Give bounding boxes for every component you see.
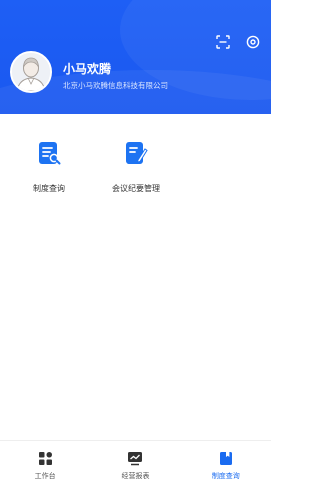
tab-label: 工作台 <box>34 472 56 480</box>
avatar[interactable] <box>10 51 52 93</box>
tab-policy-query[interactable]: 制度查询 <box>181 441 271 482</box>
profile-header: 小马欢腾 北京小马欢腾信息科技有限公司 <box>0 0 271 114</box>
book-icon <box>218 450 234 466</box>
tab-business-report[interactable]: 经营报表 <box>90 441 180 482</box>
edit-note-icon <box>123 140 149 166</box>
header-actions <box>215 34 261 50</box>
tab-workbench[interactable]: 工作台 <box>0 441 90 482</box>
app-meeting-minutes[interactable]: 会议纪要管理 <box>96 140 176 194</box>
app-label: 制度查询 <box>33 184 65 193</box>
app-label: 会议纪要管理 <box>112 184 160 193</box>
app-grid: 制度查询 会议纪要管理 <box>0 140 271 210</box>
chart-icon <box>127 450 143 466</box>
tab-label: 制度查询 <box>211 472 240 480</box>
user-company: 北京小马欢腾信息科技有限公司 <box>63 81 168 90</box>
app-policy-query[interactable]: 制度查询 <box>9 140 89 194</box>
tab-label: 经营报表 <box>121 472 150 480</box>
grid-icon <box>37 450 53 466</box>
bottom-tab-bar: 工作台 经营报表 制度查询 <box>0 440 271 482</box>
user-name: 小马欢腾 <box>63 62 112 76</box>
settings-icon[interactable] <box>245 34 261 50</box>
document-search-icon <box>36 140 62 166</box>
scan-icon[interactable] <box>215 34 231 50</box>
